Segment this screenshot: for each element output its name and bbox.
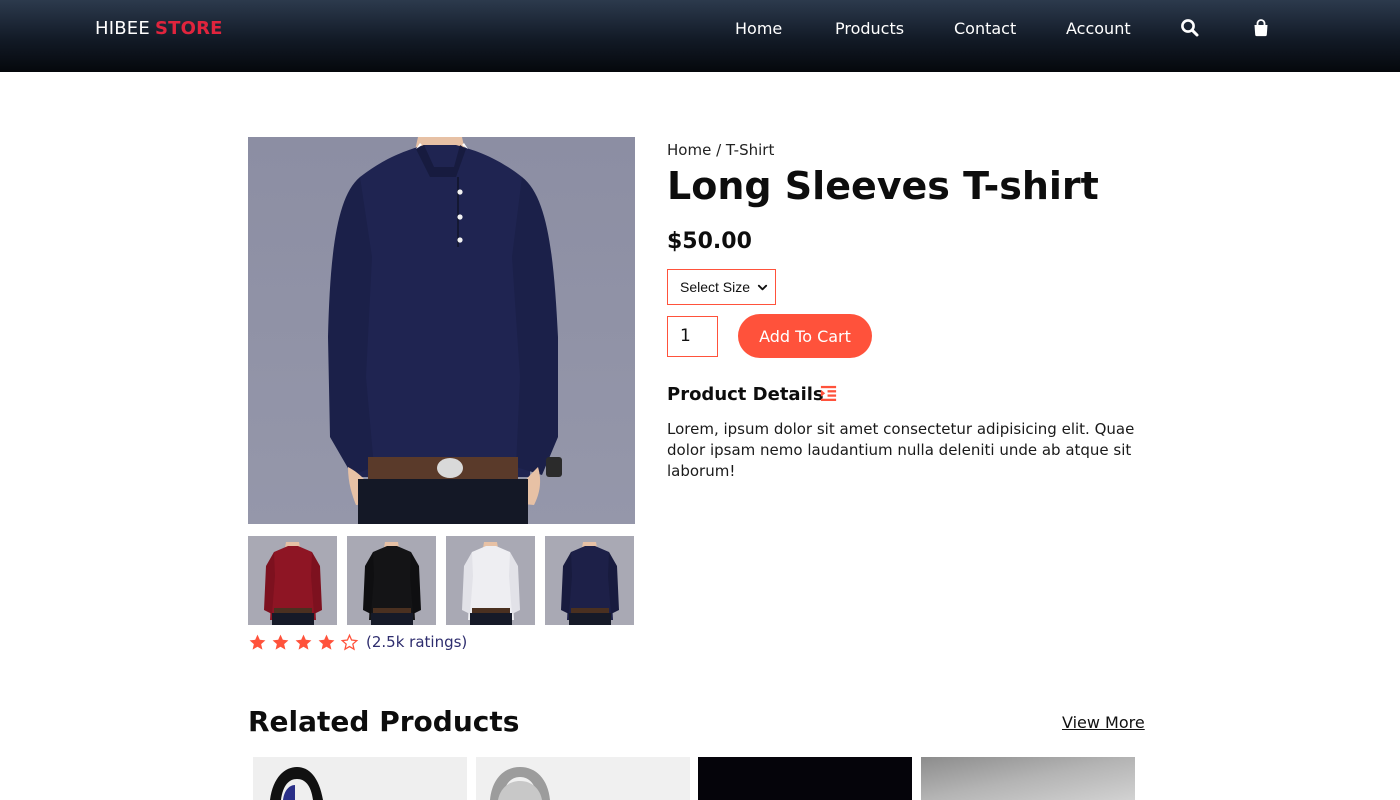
rating-count-text: (2.5k ratings) [366,633,468,651]
chevron-down-icon [757,284,768,291]
related-product-card[interactable] [698,757,912,800]
star-filled-icon [295,634,312,650]
product-thumbnail[interactable] [545,536,634,625]
nav-link-contact[interactable]: Contact [954,19,1016,38]
view-more-link[interactable]: View More [1062,713,1145,732]
breadcrumb[interactable]: Home / T-Shirt [667,141,774,159]
related-products-heading: Related Products [248,705,520,738]
product-description: Lorem, ipsum dolor sit amet consectetur … [667,420,1135,480]
size-select[interactable]: Select Size [667,269,776,305]
quantity-input[interactable]: 1 [667,316,718,357]
product-title: Long Sleeves T-shirt [667,164,1099,208]
size-select-value: Select Size [680,279,751,295]
top-navbar: HIBEE STORE Home Products Contact Account [0,0,1400,72]
related-product-card[interactable] [476,757,690,800]
product-thumbnail[interactable] [446,536,535,625]
related-product-card[interactable] [253,757,467,800]
product-thumbnail[interactable] [248,536,337,625]
product-thumbnail[interactable] [347,536,436,625]
brand-prefix: HIBEE [95,18,150,39]
add-to-cart-button[interactable]: Add To Cart [738,314,872,358]
related-product-card[interactable] [921,757,1135,800]
nav-link-account[interactable]: Account [1066,19,1131,38]
star-filled-icon [272,634,289,650]
star-outline-icon [340,633,359,651]
brand-accent: STORE [154,18,223,39]
brand-logo[interactable]: HIBEE STORE [95,18,223,39]
product-main-image [248,137,635,524]
star-filled-icon [318,634,335,650]
search-icon[interactable] [1180,18,1200,38]
product-price: $50.00 [667,229,752,254]
shopping-bag-icon[interactable] [1251,18,1271,38]
product-rating: (2.5k ratings) [248,632,467,652]
product-details-heading: Product Details [667,384,824,405]
nav-link-home[interactable]: Home [735,19,782,38]
indent-icon [820,385,837,402]
nav-link-products[interactable]: Products [835,19,904,38]
star-filled-icon [249,634,266,650]
